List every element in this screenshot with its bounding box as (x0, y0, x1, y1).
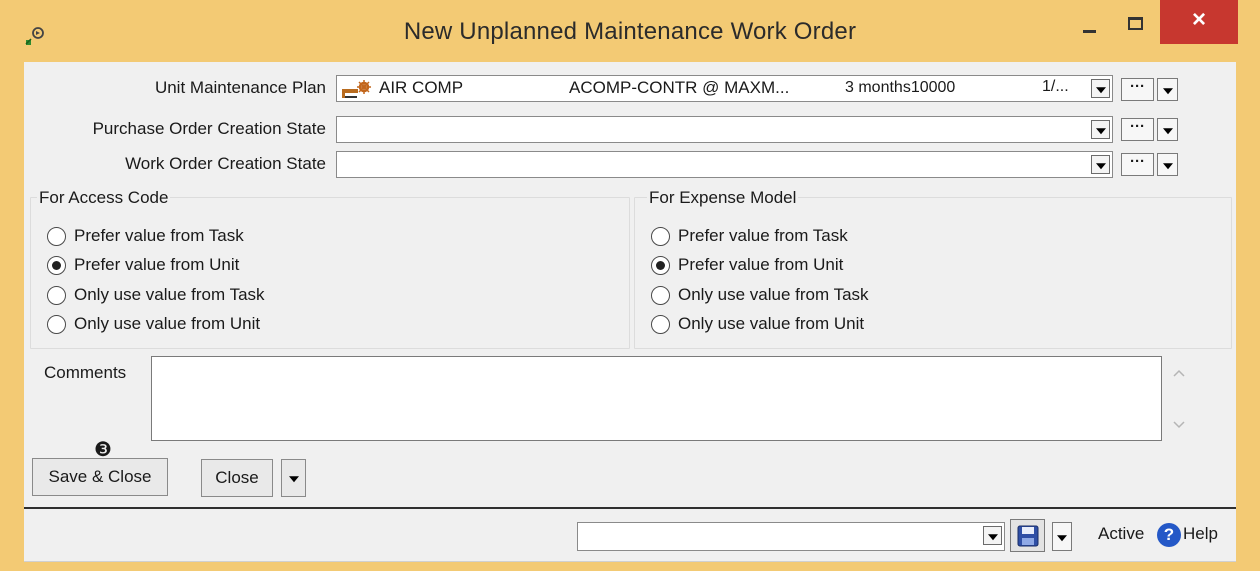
radio-button[interactable] (651, 314, 670, 334)
chevron-down-icon (1162, 162, 1173, 169)
radio-label: Only use value from Task (678, 285, 869, 304)
title-bar: New Unplanned Maintenance Work Order × (0, 0, 1260, 62)
close-options-dropdown-button[interactable] (281, 459, 306, 497)
access-code-option[interactable]: Only use value from Task (47, 283, 265, 307)
scroll-down-icon[interactable] (1172, 420, 1186, 430)
expense-model-option[interactable]: Only use value from Unit (651, 312, 864, 336)
help-icon[interactable]: ? (1157, 523, 1181, 547)
chevron-down-icon (1095, 162, 1106, 169)
status-select[interactable] (577, 522, 1005, 551)
radio-button[interactable] (651, 255, 670, 275)
radio-button[interactable] (651, 285, 670, 305)
work-order-creation-state-browse-button[interactable]: ··· (1121, 153, 1154, 176)
radio-label: Prefer value from Task (74, 226, 244, 245)
expense-model-option[interactable]: Prefer value from Task (651, 224, 848, 248)
purchase-order-creation-state-label: Purchase Order Creation State (92, 119, 326, 138)
unit-maintenance-plan-menu-button[interactable] (1157, 78, 1178, 101)
save-close-button[interactable]: Save & Close (32, 458, 168, 496)
expense-model-group-title: For Expense Model (647, 188, 799, 208)
status-bar: Active ? Help (24, 507, 1236, 562)
radio-label: Prefer value from Unit (678, 255, 844, 274)
comments-textarea[interactable] (151, 356, 1162, 441)
minimize-icon (1083, 30, 1096, 33)
expense-model-option[interactable]: Prefer value from Unit (651, 253, 843, 277)
radio-label: Prefer value from Unit (74, 255, 240, 274)
unit-maintenance-plan-dropdown-button[interactable] (1091, 79, 1110, 98)
work-order-creation-state-dropdown-button[interactable] (1091, 155, 1110, 174)
window: New Unplanned Maintenance Work Order × U… (0, 0, 1260, 571)
maximize-icon (1128, 17, 1143, 30)
save-view-button[interactable] (1010, 519, 1045, 552)
expense-model-option[interactable]: Only use value from Task (651, 283, 869, 307)
work-order-creation-state-select[interactable] (336, 151, 1113, 178)
radio-label: Only use value from Task (74, 285, 265, 304)
access-code-option[interactable]: Prefer value from Unit (47, 253, 239, 277)
active-status-label: Active (1098, 524, 1145, 543)
maintenance-plan-icon (342, 80, 371, 98)
access-code-group: For Access Code Prefer value from Task P… (30, 188, 630, 349)
chevron-down-icon (1095, 127, 1106, 134)
radio-label: Prefer value from Task (678, 226, 848, 245)
chevron-down-icon (1162, 87, 1173, 94)
access-code-option[interactable]: Only use value from Unit (47, 312, 260, 336)
access-code-option[interactable]: Prefer value from Task (47, 224, 244, 248)
unit-maintenance-plan-label: Unit Maintenance Plan (154, 78, 326, 97)
radio-button[interactable] (47, 226, 66, 246)
plan-interval-text: 3 months10000 (845, 79, 956, 96)
expense-model-group: For Expense Model Prefer value from Task… (634, 188, 1232, 349)
radio-label: Only use value from Unit (678, 314, 865, 333)
chevron-down-icon (1057, 534, 1067, 541)
unit-maintenance-plan-select[interactable]: AIR COMP ACOMP-CONTR @ MAXM... 3 months1… (336, 75, 1113, 102)
purchase-order-creation-state-menu-button[interactable] (1157, 118, 1178, 141)
chevron-down-icon (288, 476, 299, 483)
scroll-up-icon[interactable] (1172, 368, 1186, 378)
status-dropdown-button[interactable] (983, 526, 1002, 545)
plan-name-text: ACOMP-CONTR @ MAXM... (569, 78, 790, 97)
minimize-button[interactable] (1067, 0, 1113, 44)
close-icon: × (1191, 6, 1206, 33)
maximize-button[interactable] (1113, 0, 1159, 44)
access-code-group-title: For Access Code (37, 188, 171, 208)
purchase-order-creation-state-browse-button[interactable]: ··· (1121, 118, 1154, 141)
step-marker: ❸ (94, 439, 112, 461)
close-window-button[interactable]: × (1160, 0, 1238, 44)
chevron-down-icon (1095, 86, 1106, 93)
close-button[interactable]: Close (201, 459, 273, 497)
radio-button[interactable] (47, 285, 66, 305)
purchase-order-creation-state-dropdown-button[interactable] (1091, 120, 1110, 139)
unit-maintenance-plan-browse-button[interactable]: ··· (1121, 78, 1154, 101)
floppy-disk-icon (1017, 525, 1039, 547)
chevron-down-icon (1162, 127, 1173, 134)
comments-label: Comments (44, 363, 127, 382)
radio-button[interactable] (47, 314, 66, 334)
plan-extra-text: 1/... (1042, 78, 1069, 95)
dialog-body: Unit Maintenance Plan AIR COMP ACOMP-CON… (24, 62, 1236, 562)
radio-button[interactable] (47, 255, 66, 275)
chevron-down-icon (987, 533, 998, 540)
plan-unit-text: AIR COMP (379, 78, 464, 97)
radio-label: Only use value from Unit (74, 314, 261, 333)
save-options-dropdown-button[interactable] (1052, 522, 1072, 551)
radio-button[interactable] (651, 226, 670, 246)
purchase-order-creation-state-select[interactable] (336, 116, 1113, 143)
work-order-creation-state-menu-button[interactable] (1157, 153, 1178, 176)
work-order-creation-state-label: Work Order Creation State (125, 154, 326, 173)
help-link[interactable]: Help (1183, 524, 1218, 544)
